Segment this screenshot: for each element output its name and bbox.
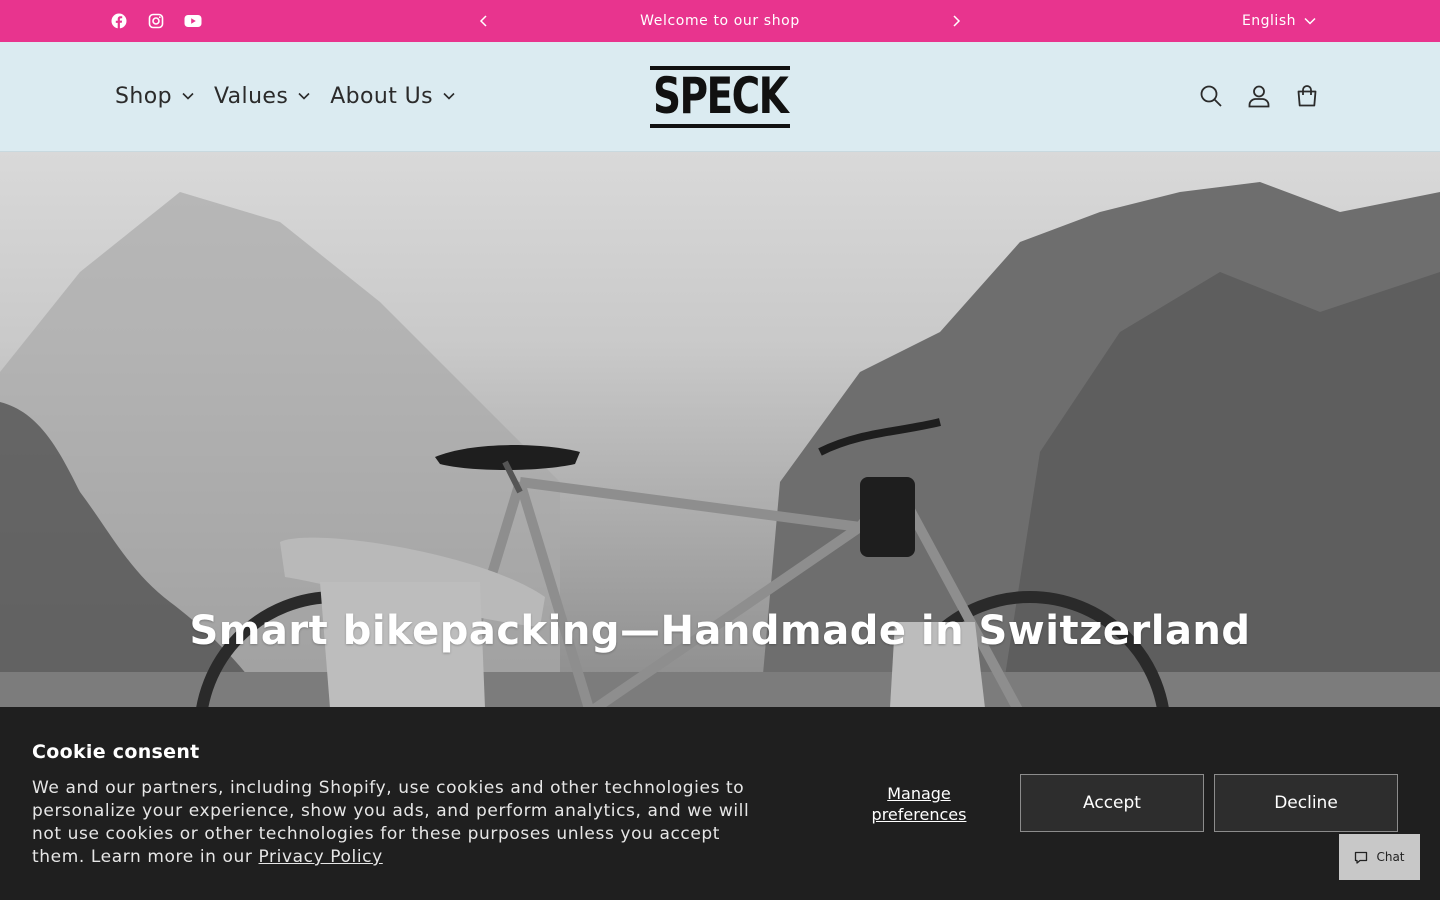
cookie-banner: Cookie consent We and our partners, incl…: [0, 707, 1440, 900]
main-nav: Shop Values About Us: [115, 42, 455, 150]
chevron-down-icon: [298, 92, 310, 100]
nav-item-label: Values: [213, 83, 289, 109]
instagram-icon[interactable]: [147, 12, 165, 30]
announcement-next-arrow[interactable]: [946, 11, 966, 31]
nav-item-label: About Us: [330, 83, 434, 109]
chevron-down-icon: [182, 92, 194, 100]
announcement-bar: Welcome to our shop English: [0, 0, 1440, 42]
decline-button[interactable]: Decline: [1214, 774, 1398, 832]
nav-item-values[interactable]: Values: [214, 84, 310, 109]
nav-item-about-us[interactable]: About Us: [330, 84, 455, 109]
chevron-down-icon: [443, 92, 455, 100]
nav-item-shop[interactable]: Shop: [115, 84, 194, 109]
header-icons: [1198, 42, 1320, 150]
cart-icon[interactable]: [1294, 83, 1320, 109]
chat-button[interactable]: Chat: [1339, 834, 1420, 880]
logo-text: SPECK: [652, 67, 789, 125]
language-selector[interactable]: English: [1242, 0, 1316, 42]
youtube-icon[interactable]: [184, 12, 202, 30]
chevron-down-icon: [1304, 17, 1316, 25]
hero-title: Smart bikepacking—Handmade in Switzerlan…: [189, 608, 1251, 654]
language-label: English: [1241, 13, 1296, 29]
logo-bar-bottom: [650, 124, 790, 128]
account-icon[interactable]: [1246, 83, 1272, 109]
accept-button[interactable]: Accept: [1020, 774, 1204, 832]
cookie-body: We and our partners, including Shopify, …: [32, 778, 750, 867]
social-links: [110, 0, 202, 42]
cookie-title: Cookie consent: [32, 741, 200, 763]
site-header: Shop Values About Us SPECK: [0, 42, 1440, 152]
search-icon[interactable]: [1198, 83, 1224, 109]
site-logo[interactable]: SPECK: [648, 64, 792, 128]
cookie-text: We and our partners, including Shopify, …: [32, 777, 762, 869]
manage-preferences-link[interactable]: Manage preferences: [850, 783, 988, 825]
announcement-message: Welcome to our shop: [640, 13, 800, 29]
chat-label: Chat: [1376, 850, 1405, 864]
facebook-icon[interactable]: [110, 12, 128, 30]
privacy-policy-link[interactable]: Privacy Policy: [259, 847, 383, 867]
chat-bubble-icon: [1355, 851, 1368, 864]
announcement-prev-arrow[interactable]: [474, 11, 494, 31]
nav-item-label: Shop: [115, 83, 172, 109]
